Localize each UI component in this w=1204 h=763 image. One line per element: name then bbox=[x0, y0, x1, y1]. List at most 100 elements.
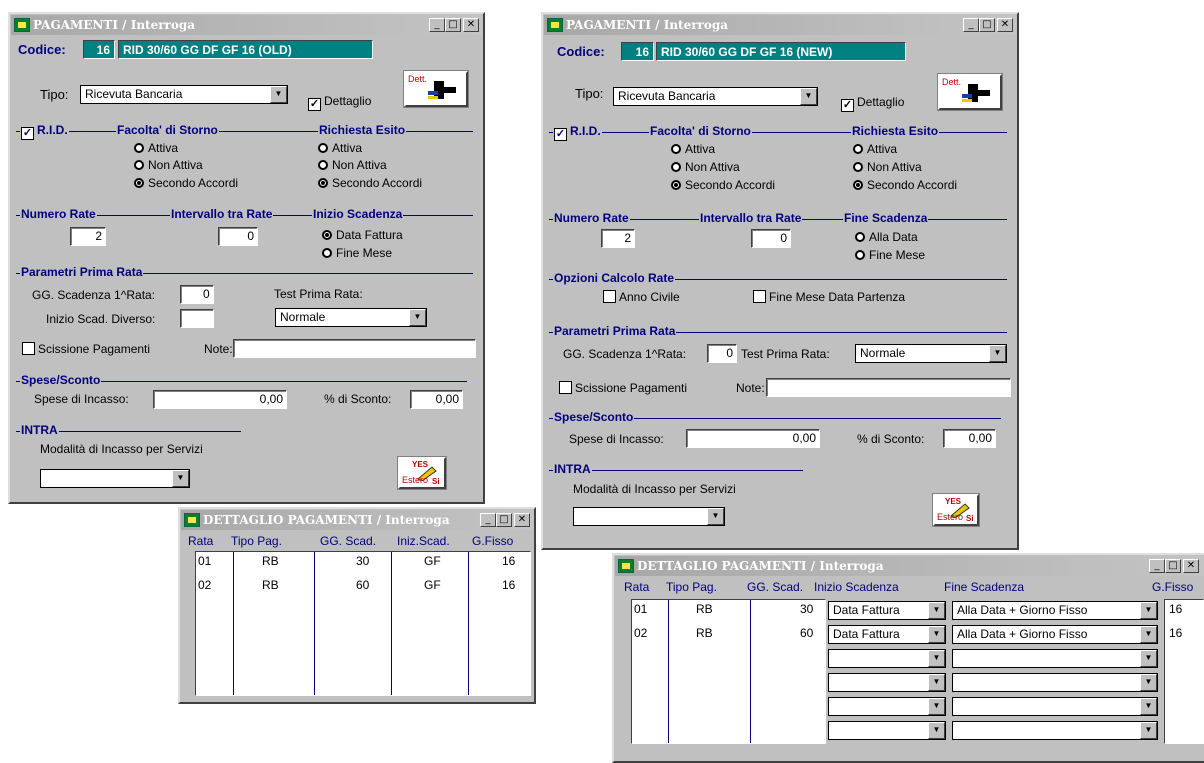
title-bar[interactable]: DETTAGLIO PAGAMENTI / Interroga _ □ ✕ bbox=[181, 510, 533, 530]
codice-description-field[interactable]: RID 30/60 GG DF GF 16 (OLD) bbox=[118, 40, 373, 59]
fine-alla-data-radio[interactable]: Alla Data bbox=[855, 230, 918, 244]
fine-scadenza-select[interactable]: ▼ bbox=[952, 721, 1158, 740]
inizio-fine-mese-radio[interactable]: Fine Mese bbox=[322, 246, 392, 260]
numero-rate-field[interactable]: 2 bbox=[601, 229, 635, 248]
chevron-down-icon[interactable]: ▼ bbox=[1140, 602, 1157, 619]
maximize-button[interactable]: □ bbox=[1165, 559, 1181, 573]
storno-attiva-radio[interactable]: Attiva bbox=[134, 141, 178, 155]
rid-checkbox[interactable]: ✓ R.I.D. bbox=[20, 123, 69, 140]
sconto-field[interactable]: 0,00 bbox=[410, 390, 463, 409]
inizio-scadenza-select[interactable]: ▼ bbox=[828, 673, 946, 692]
inizio-scadenza-select[interactable]: Data Fattura ▼ bbox=[828, 601, 946, 620]
note-field[interactable] bbox=[233, 339, 476, 358]
close-button[interactable]: ✕ bbox=[997, 18, 1013, 32]
estero-button[interactable]: YES Estero Si bbox=[932, 493, 980, 527]
estero-button[interactable]: YES Estero Si bbox=[397, 456, 447, 490]
dettaglio-checkbox[interactable]: ✓ Dettaglio bbox=[841, 95, 904, 112]
codice-number-field[interactable]: 16 bbox=[621, 42, 654, 61]
chevron-down-icon[interactable]: ▼ bbox=[1140, 650, 1157, 667]
chevron-down-icon[interactable]: ▼ bbox=[1140, 674, 1157, 691]
chevron-down-icon[interactable]: ▼ bbox=[707, 508, 724, 525]
minimize-button[interactable]: _ bbox=[1149, 559, 1165, 573]
storno-secondo-accordi-radio[interactable]: Secondo Accordi bbox=[134, 176, 238, 190]
test-prima-rata-select[interactable]: Normale ▼ bbox=[275, 308, 427, 327]
storno-non-attiva-radio[interactable]: Non Attiva bbox=[671, 160, 740, 174]
g-fisso-column[interactable]: 16 16 bbox=[1164, 599, 1204, 744]
codice-description-field[interactable]: RID 30/60 GG DF GF 16 (NEW) bbox=[656, 42, 906, 61]
storno-secondo-accordi-radio[interactable]: Secondo Accordi bbox=[671, 178, 775, 192]
chevron-down-icon[interactable]: ▼ bbox=[928, 698, 945, 715]
esito-non-attiva-radio[interactable]: Non Attiva bbox=[853, 160, 922, 174]
rid-checkbox[interactable]: ✓ R.I.D. bbox=[553, 124, 602, 141]
close-button[interactable]: ✕ bbox=[1183, 559, 1199, 573]
fine-mese-partenza-checkbox[interactable]: Fine Mese Data Partenza bbox=[753, 290, 905, 304]
tipo-select[interactable]: Ricevuta Bancaria ▼ bbox=[80, 85, 288, 104]
inizio-scadenza-select[interactable]: ▼ bbox=[828, 649, 946, 668]
fine-scadenza-select[interactable]: Alla Data + Giorno Fisso ▼ bbox=[952, 601, 1158, 620]
codice-number-field[interactable]: 16 bbox=[83, 40, 115, 59]
chevron-down-icon[interactable]: ▼ bbox=[928, 626, 945, 643]
inizio-diverso-field[interactable] bbox=[180, 309, 214, 328]
minimize-button[interactable]: _ bbox=[480, 513, 496, 527]
title-bar[interactable]: PAGAMENTI / Interroga _ □ ✕ bbox=[544, 15, 1016, 35]
intervallo-field[interactable]: 0 bbox=[218, 227, 258, 246]
chevron-down-icon[interactable]: ▼ bbox=[928, 722, 945, 739]
maximize-button[interactable]: □ bbox=[979, 18, 995, 32]
chevron-down-icon[interactable]: ▼ bbox=[172, 470, 189, 487]
note-field[interactable] bbox=[766, 378, 1011, 397]
anno-civile-checkbox[interactable]: Anno Civile bbox=[603, 290, 680, 304]
chevron-down-icon[interactable]: ▼ bbox=[1140, 698, 1157, 715]
esito-secondo-accordi-radio[interactable]: Secondo Accordi bbox=[853, 178, 957, 192]
scissione-checkbox[interactable]: Scissione Pagamenti bbox=[22, 342, 150, 356]
chevron-down-icon[interactable]: ▼ bbox=[928, 602, 945, 619]
dettaglio-button[interactable]: Dett. bbox=[403, 70, 469, 108]
chevron-down-icon[interactable]: ▼ bbox=[928, 650, 945, 667]
modalita-incasso-select[interactable]: ▼ bbox=[573, 507, 725, 526]
chevron-down-icon[interactable]: ▼ bbox=[409, 309, 426, 326]
close-button[interactable]: ✕ bbox=[514, 513, 530, 527]
chevron-down-icon[interactable]: ▼ bbox=[270, 86, 287, 103]
storno-non-attiva-radio[interactable]: Non Attiva bbox=[134, 158, 203, 172]
tipo-select[interactable]: Ricevuta Bancaria ▼ bbox=[613, 87, 818, 106]
esito-attiva-radio[interactable]: Attiva bbox=[318, 141, 362, 155]
gg-scadenza-field[interactable]: 0 bbox=[707, 344, 737, 363]
intervallo-field[interactable]: 0 bbox=[751, 229, 791, 248]
dettaglio-table[interactable]: 01 RB 30 02 RB 60 bbox=[631, 599, 826, 744]
esito-non-attiva-radio[interactable]: Non Attiva bbox=[318, 158, 387, 172]
chevron-down-icon[interactable]: ▼ bbox=[800, 88, 817, 105]
inizio-scadenza-select[interactable]: ▼ bbox=[828, 697, 946, 716]
chevron-down-icon[interactable]: ▼ bbox=[928, 674, 945, 691]
dettaglio-table[interactable]: 01 RB 30 GF 16 02 RB 60 GF 16 bbox=[195, 551, 531, 696]
maximize-button[interactable]: □ bbox=[445, 18, 461, 32]
spese-incasso-field[interactable]: 0,00 bbox=[153, 390, 287, 409]
inizio-scadenza-select[interactable]: Data Fattura ▼ bbox=[828, 625, 946, 644]
esito-attiva-radio[interactable]: Attiva bbox=[853, 142, 897, 156]
fine-scadenza-select[interactable]: ▼ bbox=[952, 649, 1158, 668]
gg-scadenza-field[interactable]: 0 bbox=[180, 285, 214, 304]
scissione-checkbox[interactable]: Scissione Pagamenti bbox=[559, 381, 687, 395]
fine-fine-mese-radio[interactable]: Fine Mese bbox=[855, 248, 925, 262]
modalita-incasso-select[interactable]: ▼ bbox=[40, 469, 190, 488]
esito-secondo-accordi-radio[interactable]: Secondo Accordi bbox=[318, 176, 422, 190]
chevron-down-icon[interactable]: ▼ bbox=[1140, 626, 1157, 643]
chevron-down-icon[interactable]: ▼ bbox=[989, 345, 1006, 362]
storno-attiva-radio[interactable]: Attiva bbox=[671, 142, 715, 156]
inizio-scadenza-select[interactable]: ▼ bbox=[828, 721, 946, 740]
maximize-button[interactable]: □ bbox=[496, 513, 512, 527]
title-bar[interactable]: PAGAMENTI / Interroga _ □ ✕ bbox=[11, 15, 482, 35]
dettaglio-checkbox[interactable]: ✓ Dettaglio bbox=[308, 94, 371, 111]
title-bar[interactable]: DETTAGLIO PAGAMENTI / Interroga _ □ ✕ bbox=[615, 556, 1204, 576]
chevron-down-icon[interactable]: ▼ bbox=[1140, 722, 1157, 739]
test-prima-rata-select[interactable]: Normale ▼ bbox=[855, 344, 1007, 363]
fine-scadenza-select[interactable]: Alla Data + Giorno Fisso ▼ bbox=[952, 625, 1158, 644]
minimize-button[interactable]: _ bbox=[963, 18, 979, 32]
minimize-button[interactable]: _ bbox=[429, 18, 445, 32]
fine-scadenza-select[interactable]: ▼ bbox=[952, 697, 1158, 716]
fine-scadenza-select[interactable]: ▼ bbox=[952, 673, 1158, 692]
dettaglio-button[interactable]: Dett. bbox=[937, 73, 1003, 111]
spese-incasso-field[interactable]: 0,00 bbox=[686, 429, 820, 448]
numero-rate-field[interactable]: 2 bbox=[70, 227, 106, 246]
close-button[interactable]: ✕ bbox=[463, 18, 479, 32]
sconto-field[interactable]: 0,00 bbox=[943, 429, 996, 448]
inizio-data-fattura-radio[interactable]: Data Fattura bbox=[322, 228, 403, 242]
